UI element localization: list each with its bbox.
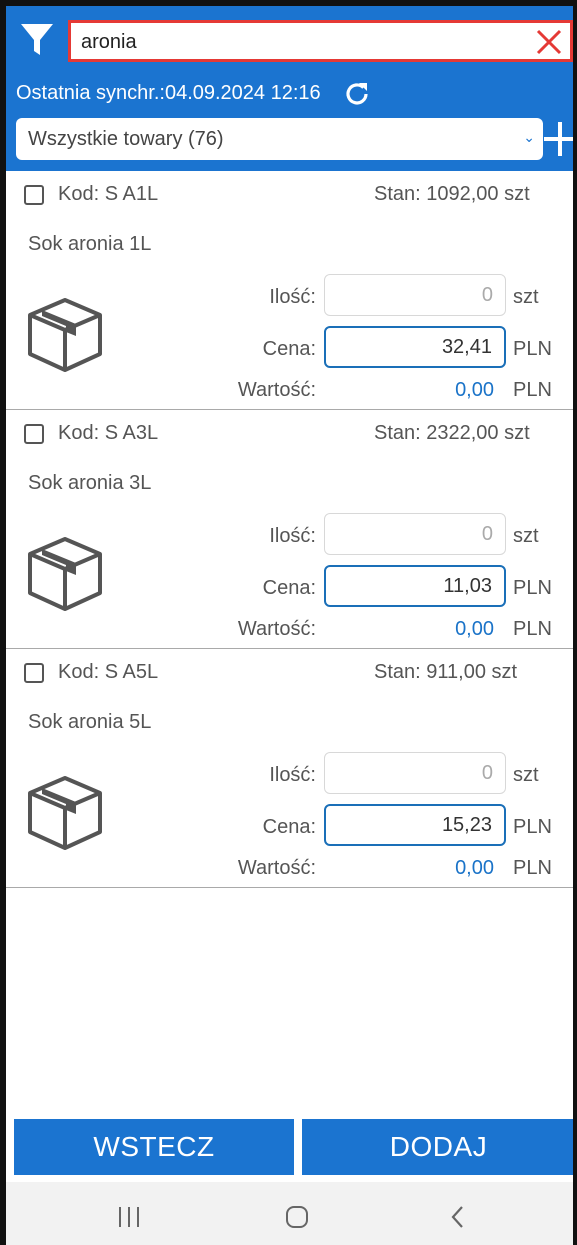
price-unit: PLN	[513, 816, 552, 838]
app-screen: Ostatnia synchr.:04.09.2024 12:16 Wszyst…	[0, 0, 577, 1245]
product-code: Kod: S A1L	[58, 183, 159, 205]
last-sync-label: Ostatnia synchr.:04.09.2024 12:16	[16, 82, 321, 104]
price-input[interactable]: 11,03	[324, 565, 506, 607]
product-checkbox[interactable]	[24, 424, 44, 444]
back-icon[interactable]	[448, 1204, 468, 1230]
product-stock: Stan: 911,00 szt	[374, 661, 518, 683]
system-nav-bar	[6, 1182, 573, 1245]
value-amount: 0,00	[455, 618, 494, 640]
quantity-input[interactable]: 0	[324, 274, 506, 316]
product-stock: Stan: 2322,00 szt	[374, 422, 530, 444]
top-bar: Ostatnia synchr.:04.09.2024 12:16 Wszyst…	[6, 6, 573, 171]
price-input[interactable]: 32,41	[324, 326, 506, 368]
quantity-input[interactable]: 0	[324, 513, 506, 555]
product-checkbox[interactable]	[24, 663, 44, 683]
price-label: Cena:	[262, 816, 316, 838]
product-item: Kod: S A3L Stan: 2322,00 szt Sok aronia …	[6, 410, 573, 649]
product-item: Kod: S A1L Stan: 1092,00 szt Sok aronia …	[6, 171, 573, 410]
value-unit: PLN	[513, 379, 552, 401]
search-box	[68, 20, 573, 62]
quantity-label: Ilość:	[269, 764, 316, 786]
value-amount: 0,00	[455, 379, 494, 401]
price-input[interactable]: 15,23	[324, 804, 506, 846]
value-amount: 0,00	[455, 857, 494, 879]
value-unit: PLN	[513, 857, 552, 879]
box-icon	[28, 537, 102, 611]
quantity-unit: szt	[513, 525, 539, 547]
quantity-label: Ilość:	[269, 525, 316, 547]
refresh-icon[interactable]	[342, 79, 372, 109]
chevron-down-icon: ⌄	[523, 129, 535, 145]
box-icon	[28, 776, 102, 850]
add-button[interactable]: DODAJ	[302, 1119, 573, 1175]
product-item: Kod: S A5L Stan: 911,00 szt Sok aronia 5…	[6, 649, 573, 888]
value-label: Wartość:	[237, 857, 316, 879]
product-stock: Stan: 1092,00 szt	[374, 183, 530, 205]
recent-apps-icon[interactable]	[114, 1204, 144, 1230]
product-code: Kod: S A3L	[58, 422, 159, 444]
category-select[interactable]: Wszystkie towary (76) ⌄	[16, 118, 543, 160]
value-unit: PLN	[513, 618, 552, 640]
value-label: Wartość:	[237, 379, 316, 401]
product-name: Sok aronia 1L	[28, 233, 152, 255]
box-icon	[28, 298, 102, 372]
product-name: Sok aronia 3L	[28, 472, 152, 494]
category-select-value: Wszystkie towary (76)	[28, 128, 224, 150]
close-icon[interactable]	[534, 27, 564, 57]
quantity-unit: szt	[513, 286, 539, 308]
quantity-label: Ilość:	[269, 286, 316, 308]
filter-icon[interactable]	[20, 22, 54, 58]
plus-icon[interactable]	[543, 116, 577, 162]
price-label: Cena:	[262, 338, 316, 360]
back-button[interactable]: WSTECZ	[14, 1119, 294, 1175]
product-name: Sok aronia 5L	[28, 711, 152, 733]
price-unit: PLN	[513, 577, 552, 599]
quantity-input[interactable]: 0	[324, 752, 506, 794]
product-code: Kod: S A5L	[58, 661, 159, 683]
search-input[interactable]	[81, 28, 521, 56]
product-checkbox[interactable]	[24, 185, 44, 205]
value-label: Wartość:	[237, 618, 316, 640]
home-icon[interactable]	[284, 1204, 310, 1230]
quantity-unit: szt	[513, 764, 539, 786]
price-label: Cena:	[262, 577, 316, 599]
price-unit: PLN	[513, 338, 552, 360]
